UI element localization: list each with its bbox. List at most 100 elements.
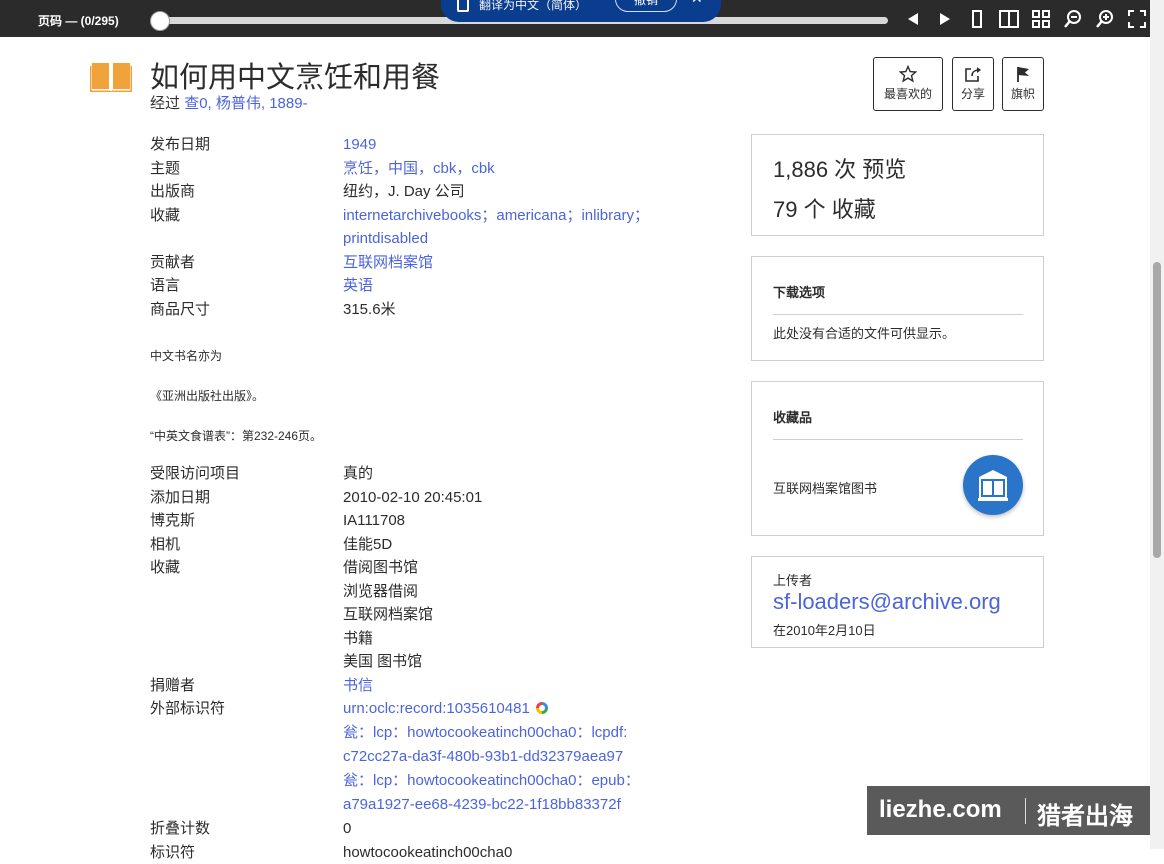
divider (773, 314, 1023, 315)
description-note: “中英文食谱表”：第232-246页。 (150, 427, 322, 444)
publish-date-link[interactable]: 1949 (343, 133, 710, 157)
flag-label: 旗帜 (1003, 85, 1043, 102)
flag-button[interactable]: 旗帜 (1002, 57, 1044, 111)
publisher-value: 纽约，J. Day 公司 (343, 180, 710, 204)
views-count: 1,886 次 预览 (773, 152, 906, 184)
flag-icon (1003, 65, 1043, 83)
identifier-value: howtocookeatinch00cha0 (343, 841, 710, 864)
next-page-icon[interactable] (934, 8, 956, 30)
metadata-key: 语言 (150, 274, 343, 298)
metadata-row: 受限访问项目 真的 (150, 462, 710, 486)
divider (773, 439, 1023, 440)
collection-value: 互联网档案馆 (343, 603, 710, 627)
added-date-value: 2010-02-10 20:45:01 (343, 486, 710, 510)
metadata-row: 添加日期 2010-02-10 20:45:01 (150, 486, 710, 510)
metadata-key: 收藏 (150, 556, 343, 674)
external-id-link[interactable]: 瓮：lcp：howtocookeatinch00cha0：lcpdf: (343, 721, 710, 745)
download-options-panel: 下载选项 此处没有合适的文件可供显示。 (751, 256, 1044, 361)
worldcat-icon[interactable] (536, 702, 548, 714)
star-icon (874, 65, 942, 83)
collection-links[interactable]: internetarchivebooks；americana；inlibrary… (343, 204, 710, 228)
metadata-key: 折叠计数 (150, 817, 343, 841)
page-slider-thumb[interactable] (150, 11, 170, 31)
download-empty-text: 此处没有合适的文件可供显示。 (773, 323, 955, 342)
share-label: 分享 (953, 85, 993, 102)
metadata-row: 商品尺寸 315.6米 (150, 298, 710, 322)
book-icon (90, 60, 132, 97)
scrollbar-thumb[interactable] (1153, 262, 1161, 558)
oclc-record-link[interactable]: urn:oclc:record:1035610481 (343, 700, 530, 717)
metadata-row: 收藏 借阅图书馆 浏览器借阅 互联网档案馆 书籍 美国 图书馆 (150, 556, 710, 674)
stats-panel: 1,886 次 预览 79 个 收藏 (751, 134, 1044, 236)
byline: 经过 查0, 杨普伟, 1889- (150, 92, 308, 113)
favorite-label: 最喜欢的 (874, 85, 942, 102)
metadata-key: 捐赠者 (150, 674, 343, 698)
metadata-row: 语言 英语 (150, 274, 710, 298)
thumbnail-view-icon[interactable] (1030, 8, 1052, 30)
metadata-key: 受限访问项目 (150, 462, 343, 486)
collection-value: 浏览器借阅 (343, 580, 710, 604)
prev-page-icon[interactable] (902, 8, 924, 30)
description-note: 中文书名亦为 (150, 347, 222, 364)
collection-link-americana[interactable]: 互联网档案馆图书 (773, 478, 877, 497)
metadata-row: 折叠计数 0 (150, 817, 710, 841)
metadata-row: 发布日期 1949 (150, 133, 710, 157)
description-note: 《亚洲出版社出版》。 (150, 387, 264, 404)
fullscreen-icon[interactable] (1126, 8, 1148, 30)
share-icon (953, 65, 993, 83)
translate-text: 翻译为中文（简体） (479, 0, 587, 13)
metadata-key: 出版商 (150, 180, 343, 204)
camera-value: 佳能5D (343, 533, 710, 557)
metadata-list-extended: 受限访问项目 真的 添加日期 2010-02-10 20:45:01 博克斯 I… (150, 462, 710, 864)
page-title: 如何用中文烹饪和用餐 (150, 54, 440, 96)
undo-translate-button[interactable]: 撤销 (615, 0, 677, 12)
metadata-row: 相机 佳能5D (150, 533, 710, 557)
one-page-view-icon[interactable] (966, 8, 988, 30)
collection-value: 书籍 (343, 627, 710, 651)
metadata-key: 博克斯 (150, 509, 343, 533)
metadata-row: 贡献者 互联网档案馆 (150, 251, 710, 275)
uploader-label: 上传者 (773, 570, 812, 589)
item-size-value: 315.6米 (343, 298, 710, 322)
zoom-out-icon[interactable] (1062, 8, 1084, 30)
watermark-brand: 猎者出海 (1037, 796, 1133, 831)
collection-link-printdisabled[interactable]: printdisabled (343, 227, 710, 251)
watermark: liezhe.com 猎者出海 (867, 786, 1150, 835)
two-page-view-icon[interactable] (998, 8, 1020, 30)
metadata-key: 标识符 (150, 841, 343, 864)
metadata-row: 博克斯 IA111708 (150, 509, 710, 533)
byline-prefix: 经过 (150, 95, 180, 112)
metadata-list: 发布日期 1949 主题 烹饪，中国，cbk，cbk 出版商 纽约，J. Day… (150, 133, 710, 321)
watermark-separator (1025, 798, 1026, 824)
metadata-key: 主题 (150, 157, 343, 181)
metadata-key: 外部标识符 (150, 697, 343, 817)
page-scrollbar[interactable] (1150, 0, 1164, 849)
page-count: 页码 — (0/295) (38, 12, 119, 29)
subject-links[interactable]: 烹饪，中国，cbk，cbk (343, 157, 710, 181)
donor-link[interactable]: 书信 (343, 674, 710, 698)
metadata-key: 商品尺寸 (150, 298, 343, 322)
favorite-button[interactable]: 最喜欢的 (873, 57, 943, 111)
contributor-link[interactable]: 互联网档案馆 (343, 251, 710, 275)
zoom-in-icon[interactable] (1094, 8, 1116, 30)
metadata-row: 标识符 howtocookeatinch00cha0 (150, 841, 710, 864)
upload-date: 在2010年2月10日 (773, 620, 876, 639)
restricted-value: 真的 (343, 462, 710, 486)
download-options-heading: 下载选项 (773, 282, 825, 301)
share-button[interactable]: 分享 (952, 57, 994, 111)
collection-thumbnail[interactable] (963, 455, 1023, 515)
close-icon[interactable]: ✕ (691, 0, 703, 7)
favorites-count: 79 个 收藏 (773, 192, 876, 224)
external-id-link[interactable]: a79a1927-ee68-4239-bc22-1f18bb83372f (343, 793, 710, 817)
boxid-value: IA111708 (343, 509, 710, 533)
archive-building-icon (963, 455, 1023, 515)
external-id-link[interactable]: c72cc27a-da3f-480b-93b1-dd32379aea97 (343, 745, 710, 769)
collection-value: 借阅图书馆 (343, 556, 710, 580)
author-link[interactable]: 查0, 杨普伟, 1889- (184, 95, 307, 112)
metadata-key: 贡献者 (150, 251, 343, 275)
external-id-link[interactable]: 瓮：lcp：howtocookeatinch00cha0：epub： (343, 769, 710, 793)
metadata-key: 添加日期 (150, 486, 343, 510)
foldout-count-value: 0 (343, 817, 710, 841)
uploader-email-link[interactable]: sf-loaders@archive.org (773, 589, 1001, 615)
language-link[interactable]: 英语 (343, 274, 710, 298)
